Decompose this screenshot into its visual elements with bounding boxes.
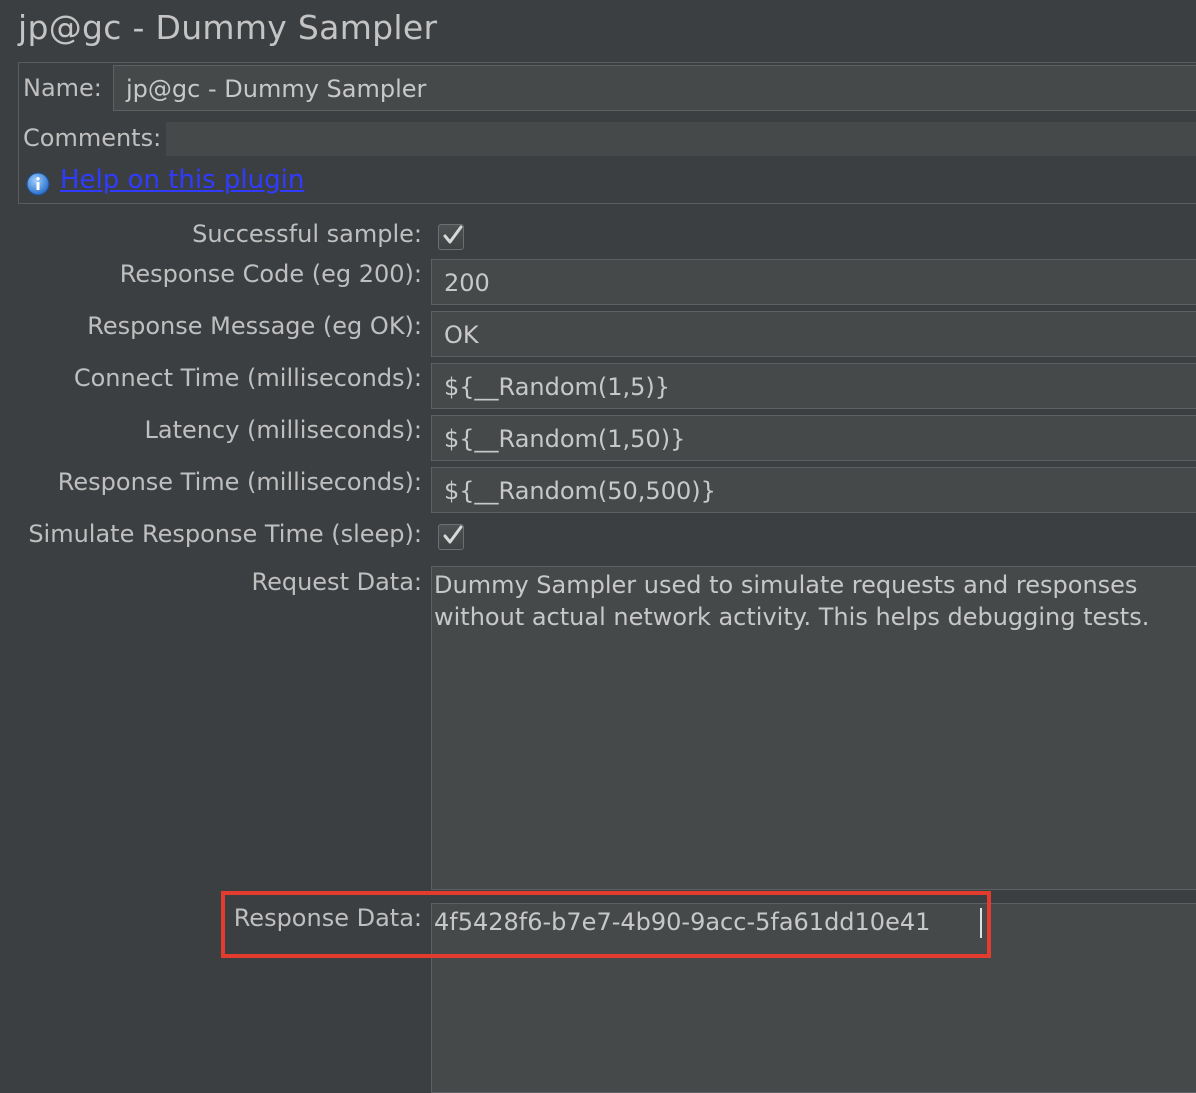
checkmark-icon [443,525,463,544]
latency-field[interactable]: ${__Random(1,50)} [431,415,1196,461]
response-time-label: Response Time (milliseconds): [57,468,422,496]
help-link[interactable]: Help on this plugin [60,165,304,195]
simulate-sleep-label: Simulate Response Time (sleep): [28,520,422,548]
response-message-label: Response Message (eg OK): [87,312,422,340]
connect-time-field[interactable]: ${__Random(1,5)} [431,363,1196,409]
successful-sample-label: Successful sample: [192,220,422,248]
highlight-box [221,891,991,958]
checkmark-icon [443,225,463,244]
response-message-field[interactable]: OK [431,311,1196,357]
window-title: jp@gc - Dummy Sampler [18,8,438,47]
response-code-field[interactable]: 200 [431,259,1196,305]
request-data-label: Request Data: [251,568,422,596]
info-icon [26,172,50,196]
response-time-field[interactable]: ${__Random(50,500)} [431,467,1196,513]
request-data-textarea[interactable]: Dummy Sampler used to simulate requests … [431,566,1196,890]
comments-field[interactable] [166,122,1196,156]
response-code-label: Response Code (eg 200): [119,260,422,288]
comments-label: Comments: [23,124,162,152]
connect-time-label: Connect Time (milliseconds): [73,364,422,392]
name-label: Name: [23,74,102,102]
name-field[interactable]: jp@gc - Dummy Sampler [113,65,1196,111]
successful-sample-checkbox[interactable] [438,224,464,250]
latency-label: Latency (milliseconds): [144,416,422,444]
simulate-sleep-checkbox[interactable] [438,524,464,550]
